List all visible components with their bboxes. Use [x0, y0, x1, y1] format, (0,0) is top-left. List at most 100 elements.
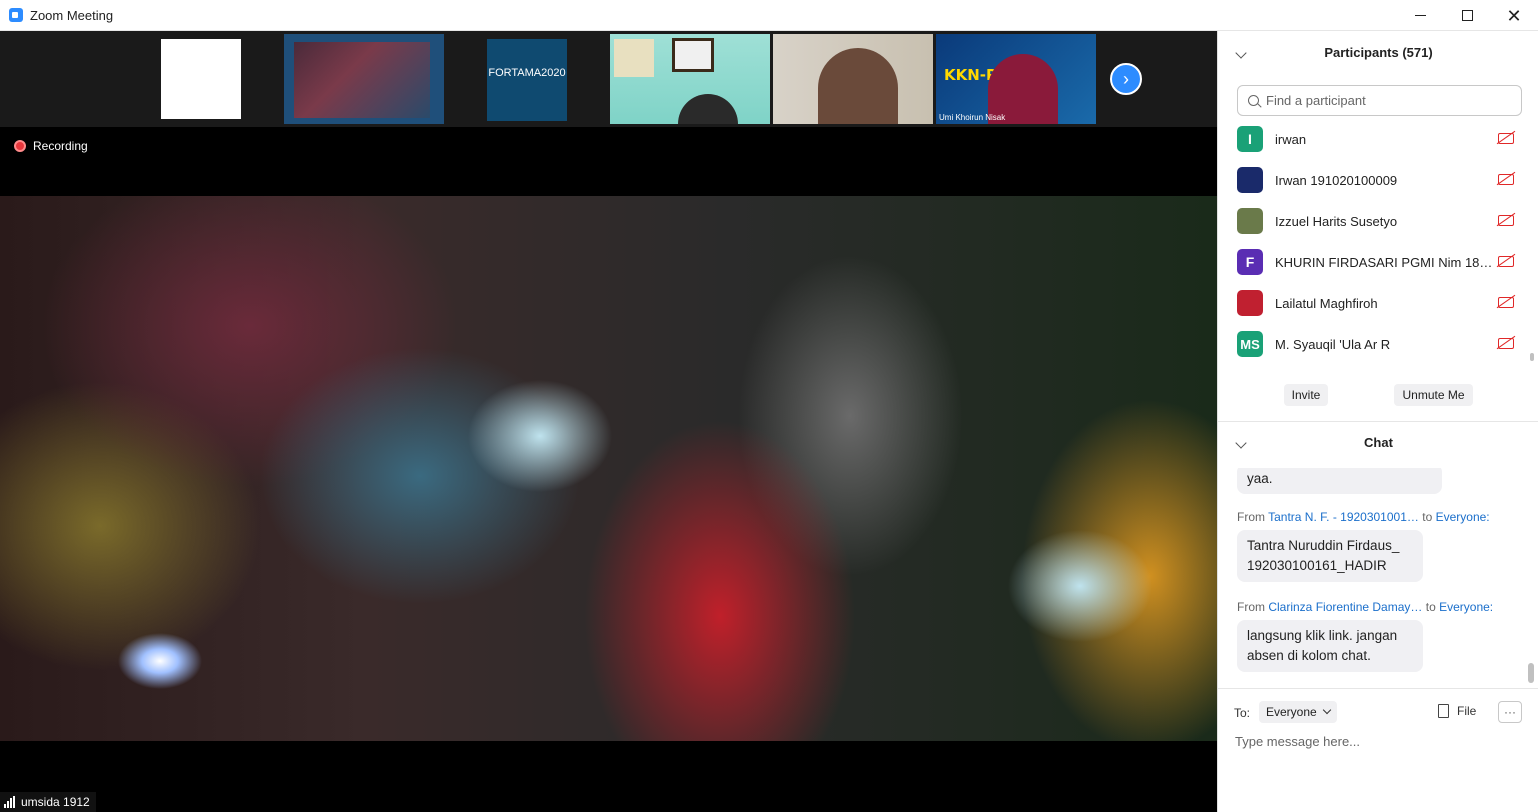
- chat-message-bubble: Tantra Nuruddin Firdaus_ 192030100161_HA…: [1237, 530, 1423, 582]
- video-off-icon[interactable]: [1498, 133, 1514, 144]
- video-thumbnail[interactable]: [122, 34, 282, 124]
- side-panel: Participants (571) I irwan Irwan 1910201…: [1217, 31, 1538, 812]
- video-off-icon[interactable]: [1498, 174, 1514, 185]
- chat-header: Chat: [1218, 435, 1538, 459]
- avatar: [1237, 290, 1263, 316]
- participants-title: Participants (571): [1324, 45, 1433, 60]
- participant-row[interactable]: F KHURIN FIRDASARI PGMI Nim 1820…: [1218, 245, 1538, 281]
- file-label: File: [1457, 704, 1477, 718]
- maximize-button[interactable]: [1444, 0, 1490, 31]
- calendar-background: [614, 39, 654, 77]
- chat-scrollbar[interactable]: [1528, 663, 1534, 683]
- chat-messages: yaa. From Tantra N. F. - 1920301001… to …: [1218, 468, 1538, 688]
- video-off-icon[interactable]: [1498, 256, 1514, 267]
- video-off-icon[interactable]: [1498, 297, 1514, 308]
- recipient-value: Everyone: [1266, 705, 1317, 719]
- invite-button[interactable]: Invite: [1284, 384, 1328, 406]
- recipient-dropdown[interactable]: Everyone: [1259, 701, 1337, 723]
- chevron-down-icon: [1322, 705, 1331, 715]
- from-label: From: [1237, 600, 1265, 614]
- next-page-button[interactable]: ›: [1110, 63, 1142, 95]
- picture-frame-background: [672, 38, 714, 72]
- chat-message-text: Tantra Nuruddin Firdaus_: [1247, 538, 1400, 553]
- minimize-icon: [1414, 15, 1426, 16]
- video-thumbnail[interactable]: [773, 34, 933, 124]
- thumbnail-name-label: Umi Khoirun Nisak: [939, 113, 1006, 122]
- unmute-me-button[interactable]: Unmute Me: [1394, 384, 1473, 406]
- chat-message-input[interactable]: [1235, 731, 1525, 751]
- avatar: I: [1237, 126, 1263, 152]
- zoom-app-icon: [9, 8, 23, 22]
- participants-header: Participants (571): [1218, 45, 1538, 69]
- speaker-name: umsida 1912: [21, 795, 90, 809]
- recording-indicator[interactable]: Recording: [14, 139, 88, 153]
- person-silhouette: [678, 94, 738, 124]
- speaker-name-tag: umsida 1912: [0, 792, 96, 812]
- avatar: [1237, 208, 1263, 234]
- shared-video-preview: [294, 42, 430, 118]
- video-off-icon[interactable]: [1498, 338, 1514, 349]
- close-icon: ✕: [1506, 5, 1522, 26]
- participant-row[interactable]: Lailatul Maghfiroh: [1218, 286, 1538, 322]
- participant-name: Irwan 191020100009: [1275, 173, 1398, 188]
- chat-message-text: absen di kolom chat.: [1247, 648, 1371, 663]
- participant-row[interactable]: Izzuel Harits Susetyo: [1218, 204, 1538, 240]
- participants-scrollbar[interactable]: [1530, 129, 1534, 361]
- participant-row[interactable]: I irwan: [1218, 122, 1538, 158]
- to-label: To:: [1234, 706, 1251, 720]
- to-label: to: [1422, 510, 1433, 524]
- chat-message-text: yaa.: [1247, 471, 1273, 486]
- minimize-button[interactable]: [1397, 0, 1443, 31]
- participant-name: Izzuel Harits Susetyo: [1275, 214, 1398, 229]
- chat-recipient[interactable]: Everyone:: [1439, 600, 1493, 614]
- signal-strength-icon: [4, 796, 16, 808]
- participant-row[interactable]: Irwan 191020100009: [1218, 163, 1538, 199]
- chat-recipient[interactable]: Everyone:: [1436, 510, 1490, 524]
- recording-dot-icon: [14, 140, 26, 152]
- chat-sender[interactable]: Clarinza Fiorentine Damay…: [1268, 600, 1422, 614]
- participant-name: KHURIN FIRDASARI PGMI Nim 1820…: [1275, 255, 1495, 270]
- avatar: MS: [1237, 331, 1263, 357]
- title-bar: Zoom Meeting ✕: [0, 0, 1538, 31]
- participant-search[interactable]: [1237, 85, 1522, 116]
- person-silhouette: [818, 48, 898, 124]
- blank-video: [161, 39, 241, 119]
- zoom-window: Zoom Meeting ✕ FORTAMA2020 KKN-P Umi Kho…: [0, 0, 1538, 812]
- more-options-button[interactable]: ···: [1498, 701, 1522, 723]
- participant-name: irwan: [1275, 132, 1307, 147]
- file-button[interactable]: File: [1438, 704, 1476, 718]
- search-icon: [1248, 95, 1259, 106]
- poster-preview: FORTAMA2020: [487, 39, 567, 121]
- to-label: to: [1425, 600, 1436, 614]
- chat-message-bubble: langsung klik link. jangan absen di kolo…: [1237, 620, 1423, 672]
- chat-message-text: langsung klik link. jangan: [1247, 628, 1398, 643]
- chat-sender[interactable]: Tantra N. F. - 1920301001…: [1268, 510, 1419, 524]
- file-icon: [1438, 704, 1449, 718]
- chat-title: Chat: [1364, 435, 1393, 450]
- divider: [1218, 421, 1538, 422]
- more-icon: ···: [1504, 705, 1516, 719]
- avatar: F: [1237, 249, 1263, 275]
- participant-row[interactable]: MS M. Syauqil 'Ula Ar R: [1218, 327, 1538, 363]
- video-thumbnail[interactable]: [284, 34, 444, 124]
- participant-search-input[interactable]: [1266, 93, 1506, 108]
- divider: [1218, 688, 1538, 689]
- video-thumbnail[interactable]: FORTAMA2020: [447, 34, 607, 124]
- recording-label: Recording: [33, 139, 88, 153]
- video-thumbnail[interactable]: KKN-P Umi Khoirun Nisak: [936, 34, 1096, 124]
- participant-name: M. Syauqil 'Ula Ar R: [1275, 337, 1391, 352]
- chat-message-text: 192030100161_HADIR: [1247, 558, 1387, 573]
- video-off-icon[interactable]: [1498, 215, 1514, 226]
- chat-message-bubble: yaa.: [1237, 468, 1442, 494]
- active-speaker-video[interactable]: [0, 196, 1217, 741]
- maximize-icon: [1461, 10, 1473, 21]
- from-label: From: [1237, 510, 1265, 524]
- close-button[interactable]: ✕: [1491, 0, 1537, 31]
- chat-sender-line: From Tantra N. F. - 1920301001… to Every…: [1237, 510, 1490, 524]
- scrollbar-thumb[interactable]: [1530, 353, 1534, 361]
- avatar: [1237, 167, 1263, 193]
- participant-thumbnail-strip: FORTAMA2020 KKN-P Umi Khoirun Nisak ›: [0, 31, 1217, 127]
- chevron-right-icon: ›: [1123, 68, 1129, 89]
- video-thumbnail[interactable]: [610, 34, 770, 124]
- video-area: FORTAMA2020 KKN-P Umi Khoirun Nisak › Re…: [0, 31, 1217, 812]
